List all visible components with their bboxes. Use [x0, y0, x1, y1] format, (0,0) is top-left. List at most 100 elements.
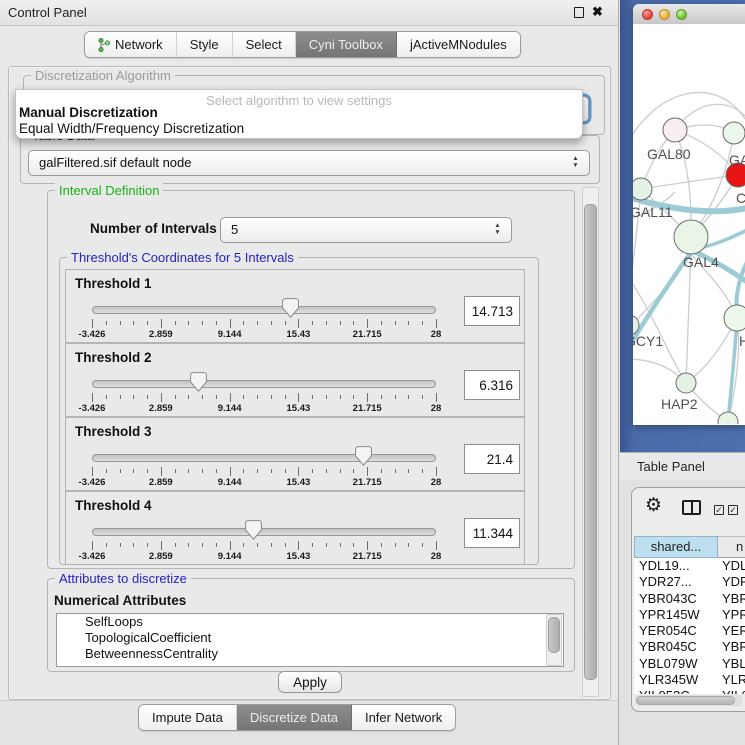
threshold-1-box: Threshold 1-3.4262.8599.14415.4321.71528… [65, 269, 525, 343]
network-node-label: GAL80 [647, 146, 691, 162]
column-header-name[interactable]: n [718, 536, 745, 558]
close-traffic-light-icon[interactable] [642, 9, 653, 20]
cell-name: YDR2 [718, 574, 745, 590]
threshold-label: Threshold 2 [75, 350, 152, 365]
gear-icon[interactable]: ⚙ [645, 496, 662, 515]
network-node-label: HAP2 [661, 396, 698, 412]
checkbox-icon[interactable]: ✓ [714, 505, 724, 515]
attributes-list-scrollbar[interactable] [546, 614, 562, 666]
table-rows: YDL19...YDL1YDR27...YDR2YBR043CYBR0YPR14… [634, 558, 745, 694]
slider-tick-marks [92, 467, 436, 477]
threshold-slider-track[interactable] [92, 380, 436, 388]
attribute-list-item[interactable]: SelfLoops [57, 614, 563, 630]
cell-name: YLR3 [718, 672, 745, 688]
network-node[interactable] [723, 122, 745, 144]
network-node[interactable] [633, 178, 652, 200]
slider-tick-label: 28 [431, 551, 442, 562]
tab-network[interactable]: Network [85, 32, 177, 57]
table-row[interactable]: YDR27...YDR2 [634, 574, 745, 590]
tab-select[interactable]: Select [233, 32, 296, 57]
threshold-slider-thumb[interactable] [282, 298, 299, 318]
apply-button[interactable]: Apply [278, 671, 342, 693]
tab-infer-network[interactable]: Infer Network [352, 705, 455, 730]
tab-jactivemnodules[interactable]: jActiveMNodules [397, 32, 520, 57]
number-of-intervals-label: Number of Intervals [90, 221, 217, 236]
cell-shared-name: YDL19... [634, 558, 718, 574]
network-node-label: GAL11 [633, 204, 673, 220]
slider-tick-label: 15.43 [287, 551, 311, 562]
cell-name: YBR0 [718, 639, 745, 655]
threshold-label: Threshold 4 [75, 498, 152, 513]
algorithm-option-manual[interactable]: Manual Discretization [19, 105, 158, 120]
table-row[interactable]: YER054CYER0 [634, 623, 745, 639]
table-panel: ⚙ ✓ ✓ shared... n YDL19...YDL1YDR27...YD… [631, 487, 745, 712]
slider-tick-label: 15.43 [287, 403, 311, 414]
table-row[interactable]: YBR043CYBR0 [634, 591, 745, 607]
attribute-list-item[interactable]: TopologicalCoefficient [57, 630, 563, 646]
column-header-shared[interactable]: shared... [634, 536, 718, 558]
network-node[interactable] [718, 412, 738, 424]
settings-scrollbar[interactable] [582, 187, 599, 697]
combo-stepper-icon[interactable]: ▲▼ [493, 222, 502, 236]
table-horizontal-scrollbar[interactable] [635, 695, 743, 706]
table-row[interactable]: YLR345WYLR3 [634, 672, 745, 688]
threshold-value-field[interactable]: 21.4 [464, 444, 520, 474]
network-edge[interactable] [686, 254, 691, 383]
tab-discretize-data[interactable]: Discretize Data [237, 705, 352, 730]
slider-tick-label: 28 [431, 329, 442, 340]
zoom-traffic-light-icon[interactable] [676, 9, 687, 20]
table-row[interactable]: YBL079WYBL0 [634, 656, 745, 672]
tab-cyni-toolbox[interactable]: Cyni Toolbox [296, 32, 397, 57]
cell-name: YER0 [718, 623, 745, 639]
threshold-slider-track[interactable] [92, 306, 436, 314]
attribute-list-item[interactable]: BetweennessCentrality [57, 646, 563, 662]
tab-impute-data[interactable]: Impute Data [139, 705, 237, 730]
numerical-attributes-list[interactable]: SelfLoopsTopologicalCoefficientBetweenne… [56, 613, 564, 667]
threshold-slider-thumb[interactable] [355, 446, 372, 466]
threshold-value-field[interactable]: 14.713 [464, 296, 520, 326]
close-icon[interactable]: ✖ [592, 4, 603, 20]
network-node[interactable] [724, 305, 745, 331]
slider-tick-label: -3.426 [79, 403, 106, 414]
algorithm-option-equal-width[interactable]: Equal Width/Frequency Discretization [19, 121, 244, 136]
table-row[interactable]: YIL052CYIL0 [634, 688, 745, 694]
checkbox-icon[interactable]: ✓ [728, 505, 738, 515]
table-data-combobox[interactable]: galFiltered.sif default node ▲▼ [28, 150, 590, 176]
minimize-traffic-light-icon[interactable] [659, 9, 670, 20]
slider-tick-label: -3.426 [79, 551, 106, 562]
network-window-frame: GAL80GACGAL11GAL4GCY1HHAP2 [620, 0, 745, 452]
threshold-2-box: Threshold 2-3.4262.8599.14415.4321.71528… [65, 343, 525, 417]
number-of-intervals-combobox[interactable]: 5 ▲▼ [220, 217, 512, 243]
threshold-value-field[interactable]: 6.316 [464, 370, 520, 400]
slider-tick-marks [92, 319, 436, 329]
network-node-label: H [739, 333, 745, 349]
float-window-icon[interactable] [574, 7, 584, 18]
group-title-attributes: Attributes to discretize [55, 571, 191, 586]
threshold-slider-track[interactable] [92, 454, 436, 462]
threshold-slider-thumb[interactable] [245, 520, 262, 540]
slider-tick-label: 9.144 [218, 403, 242, 414]
network-node[interactable] [663, 118, 687, 142]
slider-tick-label: 2.859 [149, 551, 173, 562]
group-title-discretization-algorithm: Discretization Algorithm [31, 68, 175, 83]
slider-tick-label: 2.859 [149, 329, 173, 340]
cell-name: YIL0 [718, 688, 745, 694]
attributes-group: Attributes to discretize Numerical Attri… [47, 578, 575, 672]
tab-style[interactable]: Style [177, 32, 233, 57]
table-row[interactable]: YDL19...YDL1 [634, 558, 745, 574]
network-graph[interactable]: GAL80GACGAL11GAL4GCY1HHAP2 [633, 24, 745, 424]
combo-stepper-icon[interactable]: ▲▼ [571, 155, 580, 169]
thresholds-group: Threshold's Coordinates for 5 Intervals … [59, 257, 539, 565]
slider-tick-label: 2.859 [149, 403, 173, 414]
table-row[interactable]: YBR045CYBR0 [634, 639, 745, 655]
tab-label: Infer Network [365, 710, 442, 725]
network-node[interactable] [676, 373, 696, 393]
threshold-slider-track[interactable] [92, 528, 436, 536]
network-canvas[interactable]: GAL80GACGAL11GAL4GCY1HHAP2 [633, 24, 745, 425]
network-node[interactable] [674, 220, 708, 254]
split-columns-icon[interactable] [682, 500, 701, 515]
app: Control Panel ✖ NetworkStyleSelectCyni T… [0, 0, 745, 745]
threshold-value-field[interactable]: 11.344 [464, 518, 520, 548]
table-row[interactable]: YPR145WYPR1 [634, 607, 745, 623]
threshold-slider-thumb[interactable] [190, 372, 207, 392]
